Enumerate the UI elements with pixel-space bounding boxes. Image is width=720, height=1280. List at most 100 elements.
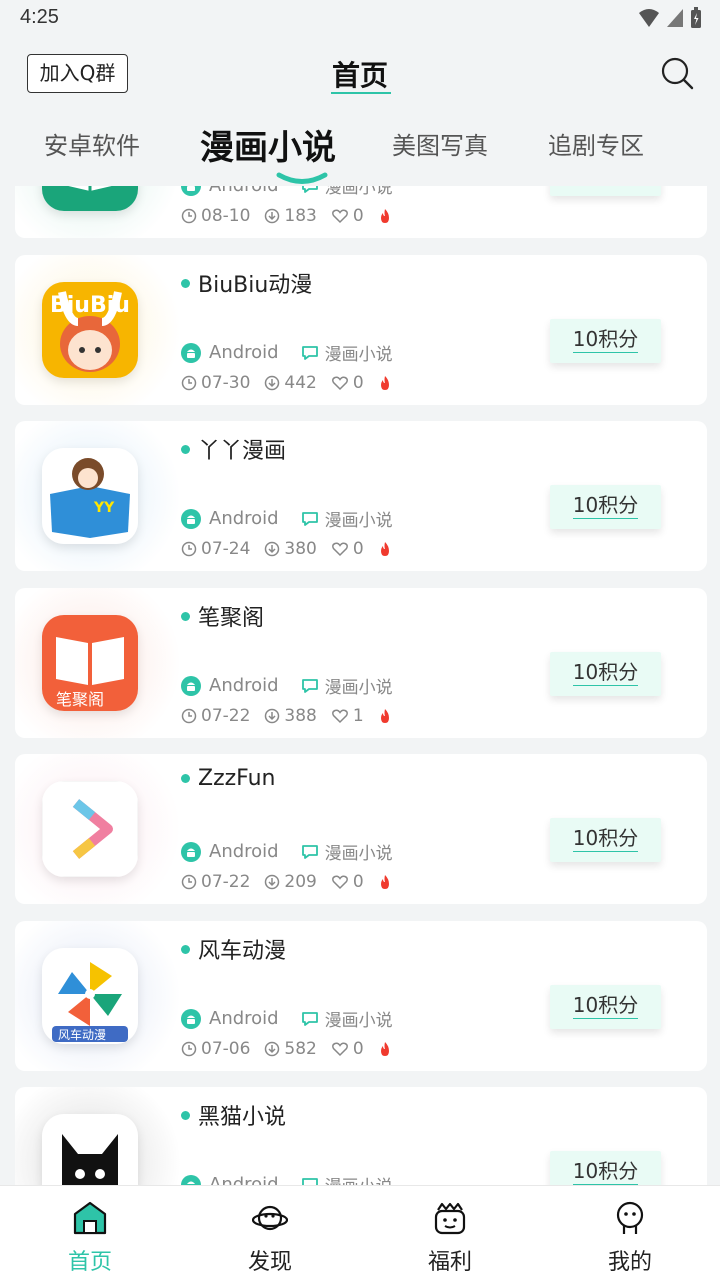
nav-home[interactable]: 首页 (0, 1186, 180, 1280)
chat-bubble-icon (301, 844, 318, 859)
heart-icon (331, 709, 348, 724)
header: 加入Q群 首页 (0, 36, 720, 112)
category-tabs: 安卓软件 漫画小说 美图写真 追剧专区 (0, 112, 720, 186)
app-name: 笔聚阁 (198, 606, 265, 631)
tab-comics-novels[interactable]: 漫画小说 (200, 120, 336, 169)
downloads-text: 388 (284, 706, 317, 726)
app-icon: 笔聚阁 (42, 615, 138, 711)
app-card[interactable]: 风车动漫 风车动漫 Android 漫画小说 07-06 582 0 10积分 (15, 921, 707, 1071)
platform-text: Android (209, 508, 279, 529)
price-button[interactable]: 10积分 (550, 186, 661, 196)
wifi-icon (639, 9, 659, 27)
likes-text: 1 (352, 706, 364, 726)
price-text: 10积分 (572, 1159, 639, 1185)
android-icon (181, 1008, 201, 1029)
app-meta-platform: Android 漫画小说 (181, 186, 393, 198)
price-button[interactable]: 10积分 (550, 818, 661, 862)
bottom-nav: 首页 发现 福利 我的 (0, 1185, 720, 1280)
pinwheel-icon: 风车动漫 (42, 948, 138, 1044)
biubiu-icon: BiuBiu (42, 282, 138, 378)
status-bar: 4:25 (0, 0, 720, 36)
app-card[interactable]: 黑猫小说 Android 漫画小说 10积分 (15, 1087, 707, 1185)
price-button[interactable]: 10积分 (550, 985, 661, 1029)
svg-text:YY: YY (93, 500, 115, 516)
app-meta-stats: 07-22 209 0 (181, 872, 392, 892)
android-icon (181, 508, 201, 529)
tab-drama-zone[interactable]: 追剧专区 (548, 126, 644, 161)
app-card[interactable]: Android 漫画小说 08-10 183 0 10积分 (15, 186, 707, 238)
downloads-text: 442 (284, 373, 317, 393)
price-text: 10积分 (572, 327, 639, 353)
app-card[interactable]: ZzzFun Android 漫画小说 07-22 209 0 10积分 (15, 754, 707, 904)
status-time: 4:25 (20, 6, 59, 28)
app-icon (42, 1114, 138, 1185)
date-text: 07-30 (201, 373, 251, 393)
clock-icon (181, 874, 197, 890)
category-text: 漫画小说 (324, 186, 393, 198)
fire-icon (380, 1042, 389, 1056)
app-icon (42, 781, 138, 877)
tab-beauty-photos[interactable]: 美图写真 (392, 126, 488, 161)
planet-icon (252, 1205, 288, 1231)
price-text: 10积分 (572, 826, 639, 852)
platform-text: Android (209, 1174, 279, 1185)
android-icon (181, 675, 201, 696)
download-icon (265, 1041, 280, 1057)
page-title-underline (331, 92, 391, 94)
app-name: 黑猫小说 (198, 1105, 287, 1130)
android-icon (181, 186, 201, 196)
app-meta-platform: Android 漫画小说 (181, 839, 393, 864)
price-button[interactable]: 10积分 (550, 652, 661, 696)
app-card[interactable]: 笔聚阁 笔聚阁 Android 漫画小说 07-22 388 1 10积分 (15, 588, 707, 738)
category-text: 漫画小说 (324, 678, 393, 698)
battery-icon (691, 7, 701, 28)
app-card[interactable]: BiuBiu BiuBiu动漫 Android 漫画小说 07-30 442 0… (15, 255, 707, 405)
app-name-row: BiuBiu动漫 (181, 267, 312, 299)
category-text: 漫画小说 (324, 345, 393, 365)
zzzfun-icon (42, 781, 138, 877)
price-button[interactable]: 10积分 (550, 485, 661, 529)
signal-icon (667, 9, 683, 27)
platform-text: Android (209, 841, 279, 862)
search-icon[interactable] (660, 56, 694, 90)
likes-text: 0 (352, 872, 364, 892)
app-meta-stats: 07-30 442 0 (181, 373, 392, 393)
price-button[interactable]: 10积分 (550, 1151, 661, 1185)
nav-discover[interactable]: 发现 (180, 1186, 360, 1280)
app-list[interactable]: Android 漫画小说 08-10 183 0 10积分 BiuBiu Biu… (0, 186, 720, 1185)
svg-text:风车动漫: 风车动漫 (58, 1027, 106, 1042)
price-button[interactable]: 10积分 (550, 319, 661, 363)
app-meta-stats: 08-10 183 0 (181, 206, 392, 226)
heart-icon (331, 376, 348, 391)
app-name: 风车动漫 (198, 939, 287, 964)
downloads-text: 380 (284, 539, 317, 559)
download-icon (265, 208, 280, 224)
open-book-icon: 笔聚阁 (42, 615, 138, 711)
chat-bubble-icon (301, 1177, 318, 1185)
name-dot (181, 774, 190, 783)
nav-welfare[interactable]: 福利 (360, 1186, 540, 1280)
date-text: 07-06 (201, 1039, 251, 1059)
clock-icon (181, 1041, 197, 1057)
app-icon: BiuBiu (42, 282, 138, 378)
app-card[interactable]: YY 丫丫漫画 Android 漫画小说 07-24 380 0 10积分 (15, 421, 707, 571)
gift-face-icon (434, 1202, 466, 1235)
platform-text: Android (209, 186, 279, 196)
platform-text: Android (209, 342, 279, 363)
clock-icon (181, 375, 197, 391)
tab-android-software[interactable]: 安卓软件 (44, 126, 140, 161)
app-icon: 风车动漫 (42, 948, 138, 1044)
downloads-text: 582 (284, 1039, 317, 1059)
black-cat-icon (42, 1114, 138, 1185)
clock-icon (181, 541, 197, 557)
download-icon (265, 874, 280, 890)
nav-mine[interactable]: 我的 (540, 1186, 720, 1280)
fire-icon (380, 875, 389, 889)
price-text: 10积分 (572, 660, 639, 686)
book-icon (42, 186, 138, 211)
app-meta-stats: 07-24 380 0 (181, 539, 392, 559)
app-icon (42, 186, 138, 211)
yy-comic-icon: YY (42, 448, 138, 544)
likes-text: 0 (352, 539, 364, 559)
date-text: 08-10 (201, 206, 251, 226)
